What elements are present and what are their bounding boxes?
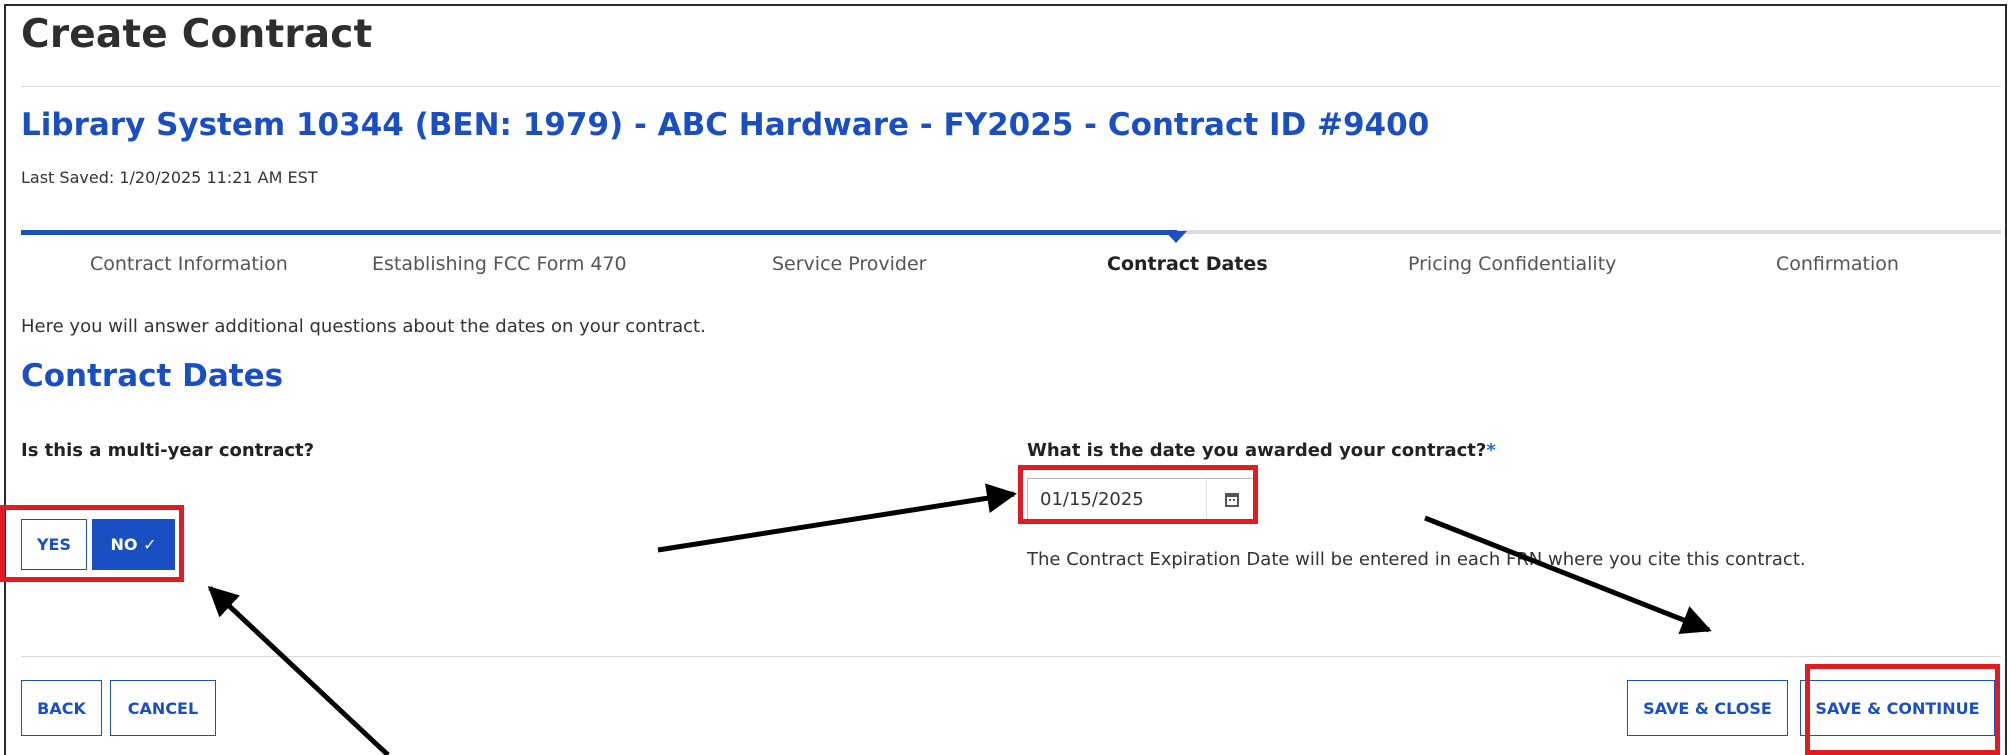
step-establishing-fcc-form-470[interactable]: Establishing FCC Form 470 [372,253,627,275]
calendar-icon [1225,492,1239,507]
save-close-button[interactable]: SAVE & CLOSE [1627,680,1788,736]
required-asterisk: * [1486,440,1496,461]
step-contract-dates[interactable]: Contract Dates [1107,253,1268,275]
section-title: Contract Dates [21,358,284,394]
save-continue-button[interactable]: SAVE & CONTINUE [1800,680,1995,736]
award-date-value[interactable]: 01/15/2025 [1040,489,1206,510]
divider [21,86,2001,87]
step-confirmation[interactable]: Confirmation [1776,253,1899,275]
intro-text: Here you will answer additional question… [21,316,706,337]
step-service-provider[interactable]: Service Provider [772,253,927,275]
expiration-helper-text: The Contract Expiration Date will be ent… [1027,549,1806,570]
footer-divider [21,656,2001,657]
no-button[interactable]: NO ✓ [92,519,175,570]
back-button[interactable]: BACK [21,680,102,736]
progress-current-marker [1165,231,1187,243]
step-pricing-confidentiality[interactable]: Pricing Confidentiality [1408,253,1616,275]
contract-subtitle: Library System 10344 (BEN: 1979) - ABC H… [21,107,1430,143]
award-date-input[interactable]: 01/15/2025 [1027,478,1258,521]
award-date-question-text: What is the date you awarded your contra… [1027,440,1487,461]
yes-button[interactable]: YES [21,519,87,570]
progress-fill [21,230,1177,235]
calendar-button[interactable] [1206,479,1257,520]
page-title: Create Contract [21,12,373,57]
last-saved-timestamp: Last Saved: 1/20/2025 11:21 AM EST [21,168,318,187]
cancel-button[interactable]: CANCEL [110,680,216,736]
step-contract-information[interactable]: Contract Information [90,253,288,275]
award-date-question: What is the date you awarded your contra… [1027,440,1496,461]
multi-year-question: Is this a multi-year contract? [21,440,315,461]
